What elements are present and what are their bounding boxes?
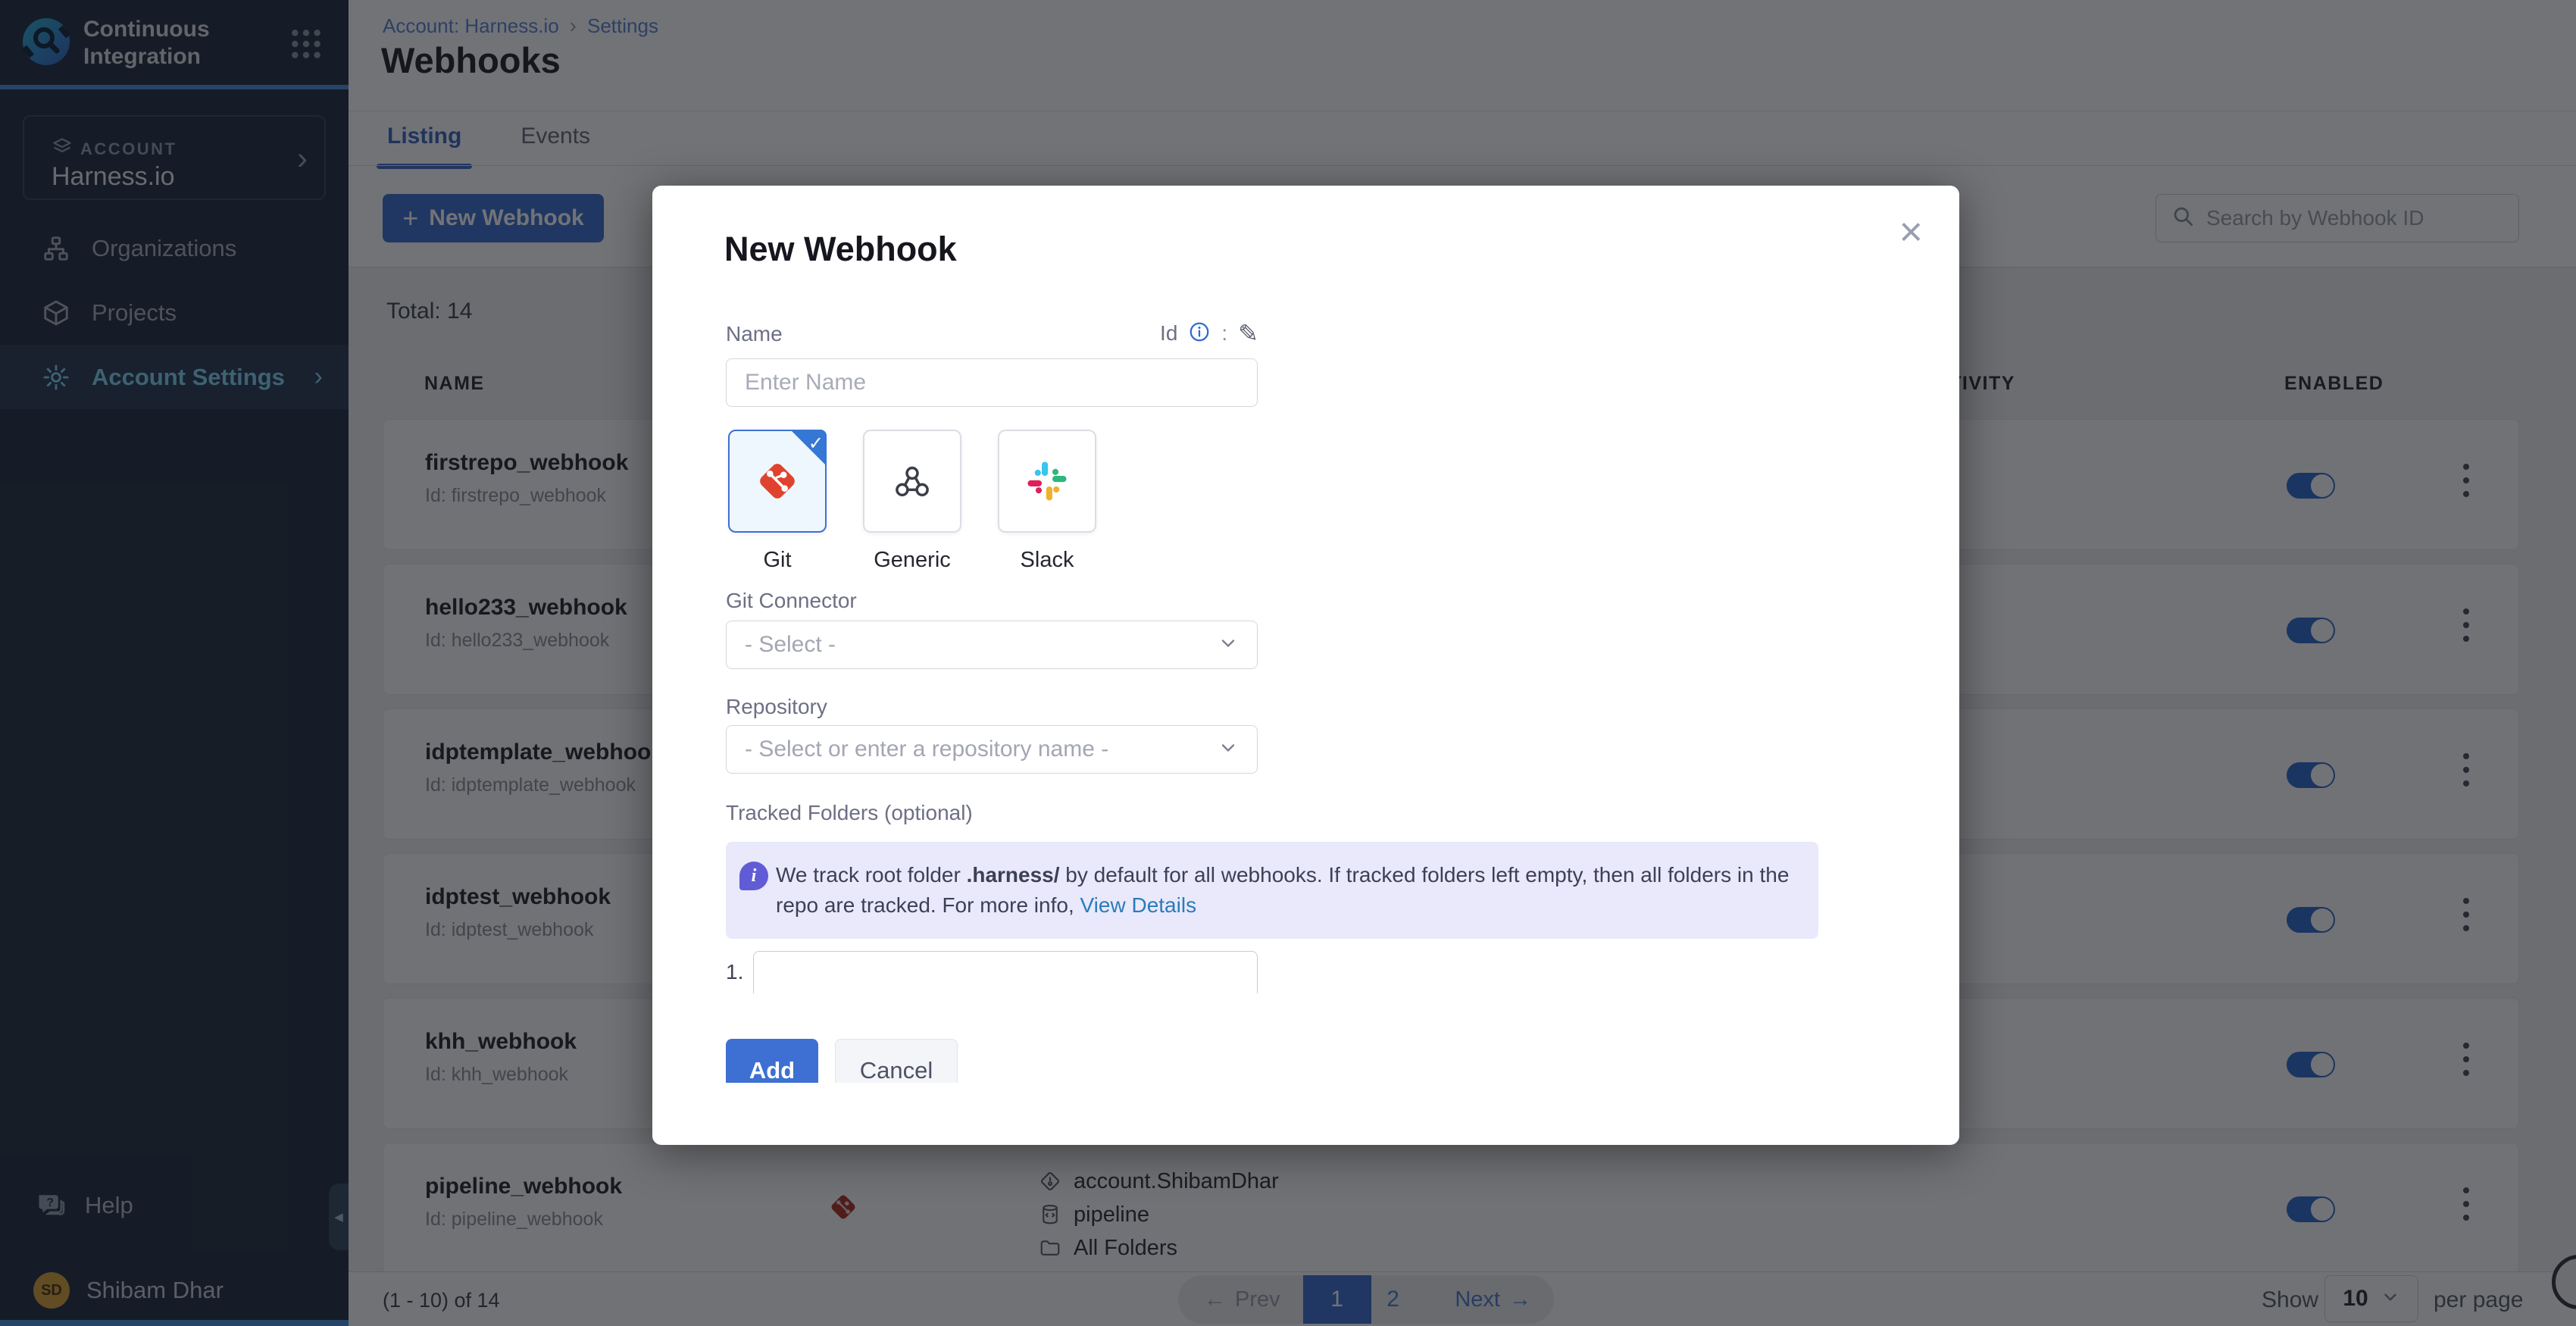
id-label: Id xyxy=(1160,321,1177,346)
tracked-folders-label: Tracked Folders (optional) xyxy=(726,801,973,825)
git-connector-label: Git Connector xyxy=(726,589,857,613)
close-icon[interactable]: × xyxy=(1899,211,1923,252)
modal-actions: Add Cancel xyxy=(726,1039,1258,1083)
slack-logo-icon xyxy=(1025,459,1069,503)
id-row: Id : ✎ xyxy=(1122,319,1258,348)
tracked-folders-info-banner: i We track root folder .harness/ by defa… xyxy=(726,842,1818,939)
app-root: Continuous Integration ACCOUNT Harness.i… xyxy=(0,0,2576,1326)
tracked-folder-input[interactable] xyxy=(753,951,1258,993)
chevron-down-icon xyxy=(1218,633,1239,658)
type-label-slack: Slack xyxy=(998,548,1096,573)
chevron-down-icon xyxy=(1218,737,1239,762)
webhook-type-selector: ✓ xyxy=(728,430,1096,533)
git-connector-select[interactable]: - Select - xyxy=(726,621,1258,669)
webhook-name-input[interactable] xyxy=(726,358,1258,407)
repository-select[interactable]: - Select or enter a repository name - xyxy=(726,725,1258,774)
folder-index: 1. xyxy=(726,960,743,984)
edit-id-pencil-icon[interactable]: ✎ xyxy=(1238,319,1258,348)
selected-check-icon: ✓ xyxy=(790,430,827,466)
type-card-git[interactable]: ✓ xyxy=(728,430,827,533)
info-icon: i xyxy=(739,862,768,890)
add-button[interactable]: Add xyxy=(726,1039,818,1083)
type-label-git: Git xyxy=(728,548,827,573)
cancel-button[interactable]: Cancel xyxy=(835,1039,958,1083)
name-label: Name xyxy=(726,322,783,346)
webhook-type-labels: Git Generic Slack xyxy=(728,548,1096,573)
view-details-link[interactable]: View Details xyxy=(1080,893,1197,917)
info-icon[interactable] xyxy=(1188,321,1211,347)
generic-webhook-icon xyxy=(891,460,933,502)
repository-label: Repository xyxy=(726,695,827,719)
modal-title: New Webhook xyxy=(724,230,957,269)
tracked-folder-row: 1. xyxy=(726,949,1261,993)
new-webhook-modal: × New Webhook Name Id : ✎ ✓ xyxy=(652,186,1959,1145)
type-label-generic: Generic xyxy=(863,548,961,573)
type-card-slack[interactable] xyxy=(998,430,1096,533)
id-colon: : xyxy=(1221,321,1227,346)
type-card-generic[interactable] xyxy=(863,430,961,533)
